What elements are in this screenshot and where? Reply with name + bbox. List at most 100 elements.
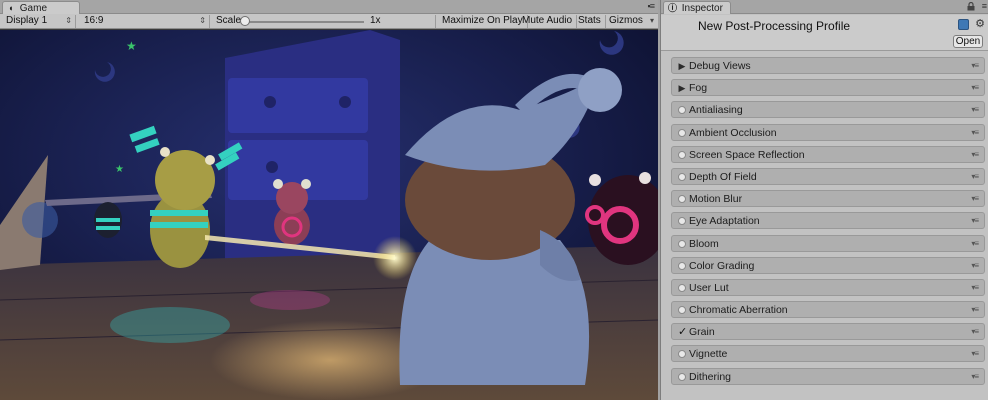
effect-row-bloom[interactable]: Bloom ▾≡ (671, 234, 985, 252)
effect-options-icon[interactable]: ▾≡ (971, 104, 979, 116)
game-toolbar: Display 1 ⇕ 16:9 ⇕ Scale 1x Maximize On … (0, 14, 658, 29)
effect-enabled-checkbox[interactable] (678, 372, 686, 381)
effect-row-color-grading[interactable]: Color Grading ▾≡ (671, 256, 985, 274)
effect-enabled-checkbox[interactable] (678, 172, 686, 181)
tab-game[interactable]: ◖ Game (2, 1, 80, 14)
effect-options-icon[interactable]: ▾≡ (971, 371, 979, 383)
effect-options-icon[interactable]: ▾≡ (971, 304, 979, 316)
effect-enabled-checkbox[interactable] (678, 283, 686, 292)
effect-options-icon[interactable]: ▾≡ (971, 149, 979, 161)
foldout-arrow-icon[interactable]: ▶ (677, 60, 687, 72)
game-viewport[interactable]: ★ ★ (0, 30, 658, 400)
effect-row-screen-space-reflection[interactable]: Screen Space Reflection ▾≡ (671, 145, 985, 163)
effect-label: Ambient Occlusion (689, 126, 777, 139)
effect-options-icon[interactable]: ▾≡ (971, 238, 979, 250)
effect-row-eye-adaptation[interactable]: Eye Adaptation ▾≡ (671, 212, 985, 230)
effect-row-chromatic-aberration[interactable]: Chromatic Aberration ▾≡ (671, 301, 985, 319)
effect-label: Antialiasing (689, 104, 743, 117)
scale-label: Scale (216, 15, 242, 26)
open-button[interactable]: Open (953, 35, 983, 48)
effect-row-depth-of-field[interactable]: Depth Of Field ▾≡ (671, 167, 985, 185)
effect-options-icon[interactable]: ▾≡ (971, 82, 979, 94)
effects-list: ▶ Debug Views ▾≡ ▶ Fog ▾≡ Antialiasing ▾≡ Ambien… (671, 57, 985, 390)
effect-options-icon[interactable]: ▾≡ (971, 171, 979, 183)
effect-enabled-checkbox[interactable] (678, 217, 686, 226)
effect-label: Fog (689, 82, 708, 95)
game-panel-menu-icon[interactable]: ▪≡ (648, 1, 656, 11)
svg-text:★: ★ (115, 164, 124, 175)
chevron-updown-icon: ⇕ (65, 16, 72, 25)
effect-row-ambient-occlusion[interactable]: Ambient Occlusion ▾≡ (671, 123, 985, 141)
game-panel: ◖ Game ▪≡ Display 1 ⇕ 16:9 ⇕ Scale 1x Ma… (0, 0, 658, 400)
scale-slider-track[interactable] (244, 21, 364, 23)
help-book-icon[interactable] (958, 19, 969, 30)
display-dropdown[interactable]: Display 1 ⇕ (2, 15, 76, 28)
tab-game-label: Game (19, 3, 48, 14)
tab-inspector[interactable]: ⓘ Inspector (663, 1, 731, 14)
mute-audio-label: Mute Audio (522, 15, 573, 26)
effect-row-motion-blur[interactable]: Motion Blur ▾≡ (671, 190, 985, 208)
effect-row-fog[interactable]: ▶ Fog ▾≡ (671, 79, 985, 97)
chevron-updown-icon: ⇕ (199, 16, 206, 25)
effect-label: Bloom (689, 237, 719, 250)
effect-options-icon[interactable]: ▾≡ (971, 282, 979, 294)
scale-value: 1x (370, 15, 381, 26)
effect-enabled-checkbox[interactable] (678, 239, 686, 248)
effect-enabled-checkbox[interactable] (678, 106, 686, 115)
effect-options-icon[interactable]: ▾≡ (971, 60, 979, 72)
effect-label: Vignette (689, 348, 728, 361)
foldout-arrow-icon[interactable]: ▶ (677, 82, 687, 94)
effect-options-icon[interactable]: ▾≡ (971, 348, 979, 360)
effect-options-icon[interactable]: ▾≡ (971, 193, 979, 205)
scale-slider-handle[interactable] (240, 16, 250, 26)
effect-enabled-checkbox[interactable] (678, 306, 686, 315)
maximize-on-play-toggle[interactable]: Maximize On Play (438, 15, 528, 28)
aspect-dropdown-label: 16:9 (84, 15, 104, 26)
effect-label: Eye Adaptation (689, 215, 760, 228)
game-controller-icon: ◖ (8, 3, 14, 13)
effect-enabled-checkbox[interactable] (678, 128, 686, 137)
svg-text:★: ★ (126, 39, 137, 53)
effect-options-icon[interactable]: ▾≡ (971, 215, 979, 227)
effect-options-icon[interactable]: ▾≡ (971, 260, 979, 272)
effect-label: Screen Space Reflection (689, 148, 805, 161)
effect-row-vignette[interactable]: Vignette ▾≡ (671, 345, 985, 363)
inspector-tabbar: ⓘ Inspector ≡ (661, 0, 988, 14)
effect-enabled-checkbox[interactable] (678, 350, 686, 359)
lock-icon[interactable] (967, 2, 975, 11)
mute-audio-toggle[interactable]: Mute Audio (518, 15, 578, 28)
effect-row-grain[interactable]: ✓ Grain ▾≡ (671, 323, 985, 341)
effect-row-debug-views[interactable]: ▶ Debug Views ▾≡ (671, 57, 985, 74)
effect-enabled-checkbox[interactable] (678, 195, 686, 204)
stats-toggle[interactable]: Stats (574, 15, 606, 28)
gizmos-dropdown[interactable]: Gizmos ▾ (605, 15, 657, 28)
game-tabbar: ◖ Game ▪≡ (0, 0, 658, 14)
unity-editor: ◖ Game ▪≡ Display 1 ⇕ 16:9 ⇕ Scale 1x Ma… (0, 0, 988, 400)
effect-label: User Lut (689, 281, 729, 294)
effect-enabled-checkbox[interactable]: ✓ (678, 325, 687, 339)
profile-title: New Post-Processing Profile (698, 19, 851, 33)
effect-enabled-checkbox[interactable] (678, 261, 686, 270)
aspect-dropdown[interactable]: 16:9 ⇕ (80, 15, 210, 28)
tab-inspector-label: Inspector (681, 3, 723, 14)
maximize-on-play-label: Maximize On Play (442, 15, 523, 26)
gear-icon[interactable]: ⚙ (975, 17, 985, 30)
effect-row-antialiasing[interactable]: Antialiasing ▾≡ (671, 101, 985, 119)
chevron-down-icon: ▾ (649, 16, 654, 25)
profile-header: New Post-Processing Profile ⚙ Open (661, 15, 988, 51)
gizmos-label: Gizmos (609, 15, 643, 26)
stats-label: Stats (578, 15, 601, 26)
effect-label: Debug Views (689, 60, 751, 72)
effect-enabled-checkbox[interactable] (678, 150, 686, 159)
inspector-panel: ⓘ Inspector ≡ New Post-Processing Profil… (660, 0, 988, 400)
game-scene-render: ★ ★ (0, 30, 658, 400)
effect-label: Motion Blur (689, 193, 743, 206)
effect-label: Grain (689, 326, 715, 339)
effect-options-icon[interactable]: ▾≡ (971, 326, 979, 338)
effect-label: Dithering (689, 370, 732, 383)
display-dropdown-label: Display 1 (6, 15, 48, 26)
effect-row-user-lut[interactable]: User Lut ▾≡ (671, 278, 985, 296)
effect-options-icon[interactable]: ▾≡ (971, 127, 979, 139)
inspector-menu-icon[interactable]: ≡ (982, 1, 987, 11)
effect-row-dithering[interactable]: Dithering ▾≡ (671, 367, 985, 385)
